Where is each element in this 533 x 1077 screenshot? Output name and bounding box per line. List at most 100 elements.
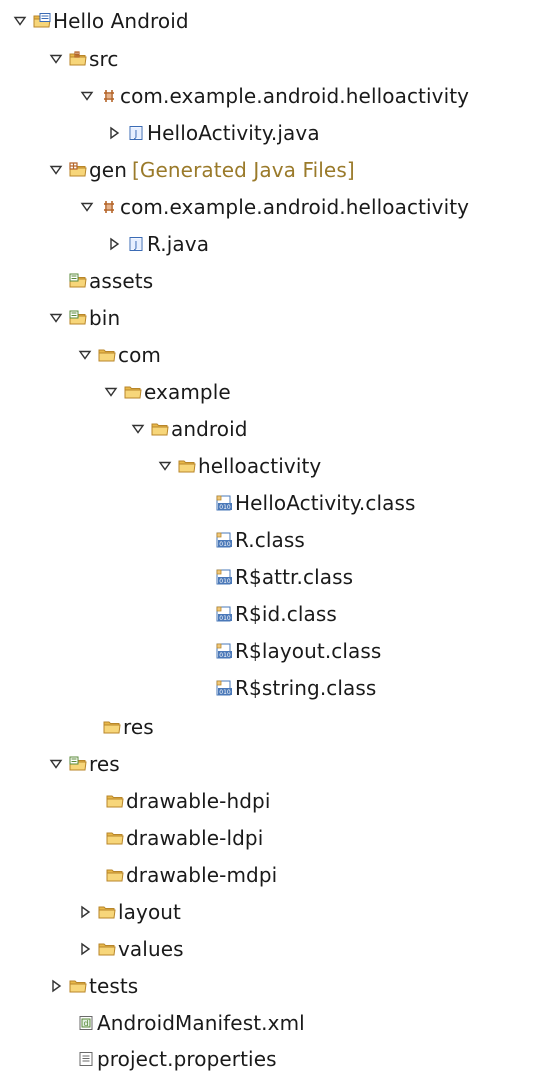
tree-item-label: src bbox=[89, 46, 119, 71]
tree-item-drawable-mdpi[interactable]: drawable-mdpi bbox=[83, 856, 277, 893]
tree-item-example[interactable]: example bbox=[101, 373, 231, 410]
tree-item-layout[interactable]: layout bbox=[75, 893, 181, 930]
tree-item-tests[interactable]: tests bbox=[46, 967, 138, 1004]
folder-icon bbox=[106, 792, 124, 810]
expanded-toggle-icon[interactable] bbox=[77, 197, 97, 217]
svg-text:J: J bbox=[134, 240, 138, 251]
expanded-toggle-icon[interactable] bbox=[75, 345, 95, 365]
xml-file-icon: d bbox=[77, 1014, 95, 1032]
folder-icon bbox=[106, 829, 124, 847]
tree-item-r-string-class[interactable]: 010 R$string.class bbox=[192, 669, 376, 706]
generated-source-folder-icon bbox=[69, 161, 87, 179]
svg-text:010: 010 bbox=[219, 615, 231, 622]
tree-item-label: Hello Android bbox=[53, 8, 189, 33]
class-file-icon: 010 bbox=[215, 568, 233, 586]
tree-item-label: R.class bbox=[235, 527, 305, 552]
resource-folder-icon bbox=[69, 755, 87, 773]
tree-item-package-src[interactable]: com.example.android.helloactivity bbox=[77, 77, 469, 114]
svg-text:d: d bbox=[83, 1019, 88, 1028]
tree-item-label: layout bbox=[118, 899, 182, 924]
collapsed-toggle-icon[interactable] bbox=[46, 976, 66, 996]
tree-item-src[interactable]: src bbox=[46, 40, 119, 77]
source-folder-icon bbox=[69, 50, 87, 68]
expanded-toggle-icon[interactable] bbox=[101, 382, 121, 402]
tree-item-label: drawable-hdpi bbox=[126, 788, 271, 813]
tree-item-label: drawable-mdpi bbox=[126, 862, 278, 887]
tree-item-label: R.java bbox=[147, 231, 210, 256]
tree-item-bin-res[interactable]: res bbox=[80, 708, 154, 745]
tree-item-hello-android[interactable]: Hello Android bbox=[10, 2, 189, 39]
tree-item-label: com bbox=[118, 342, 162, 367]
tree-item-res[interactable]: res bbox=[46, 745, 120, 782]
tree-item-package-gen[interactable]: com.example.android.helloactivity bbox=[77, 188, 469, 225]
tree-item-assets[interactable]: assets bbox=[46, 262, 153, 299]
expanded-toggle-icon[interactable] bbox=[46, 754, 66, 774]
tree-item-label: HelloActivity.class bbox=[235, 490, 416, 515]
tree-item-helloactivity[interactable]: helloactivity bbox=[155, 447, 321, 484]
tree-item-label: R$string.class bbox=[235, 675, 377, 700]
tree-item-label: values bbox=[118, 936, 184, 961]
tree-item-project-properties[interactable]: project.properties bbox=[54, 1040, 277, 1077]
svg-text:010: 010 bbox=[219, 689, 231, 696]
package-icon bbox=[100, 87, 118, 105]
tree-item-label: assets bbox=[89, 268, 154, 293]
svg-text:010: 010 bbox=[219, 578, 231, 585]
tree-item-label: res bbox=[123, 714, 154, 739]
folder-icon bbox=[103, 718, 121, 736]
tree-item-label: R$layout.class bbox=[235, 638, 382, 663]
package-explorer-tree: Hello Android src com.example.android.he… bbox=[0, 0, 533, 1071]
svg-text:J: J bbox=[134, 129, 138, 140]
tree-item-androidmanifest[interactable]: d AndroidManifest.xml bbox=[54, 1004, 305, 1041]
class-file-icon: 010 bbox=[215, 679, 233, 697]
expanded-toggle-icon[interactable] bbox=[10, 11, 30, 31]
tree-item-helloactivity-java[interactable]: J HelloActivity.java bbox=[104, 114, 320, 151]
tree-item-label: HelloActivity.java bbox=[147, 120, 320, 145]
tree-item-label: gen bbox=[89, 157, 127, 182]
class-file-icon: 010 bbox=[215, 605, 233, 623]
package-icon bbox=[100, 198, 118, 216]
folder-icon bbox=[69, 977, 87, 995]
tree-item-gen[interactable]: gen [Generated Java Files] bbox=[46, 151, 355, 188]
tree-item-label: res bbox=[89, 751, 120, 776]
expanded-toggle-icon[interactable] bbox=[155, 456, 175, 476]
class-file-icon: 010 bbox=[215, 494, 233, 512]
svg-text:010: 010 bbox=[219, 541, 231, 548]
tree-item-label: AndroidManifest.xml bbox=[97, 1010, 305, 1035]
collapsed-toggle-icon[interactable] bbox=[75, 902, 95, 922]
folder-icon bbox=[98, 346, 116, 364]
tree-item-helloactivity-class[interactable]: 010 HelloActivity.class bbox=[192, 484, 416, 521]
expanded-toggle-icon[interactable] bbox=[128, 419, 148, 439]
tree-item-label: bin bbox=[89, 305, 121, 330]
expanded-toggle-icon[interactable] bbox=[46, 49, 66, 69]
tree-item-label: helloactivity bbox=[198, 453, 322, 478]
tree-item-drawable-ldpi[interactable]: drawable-ldpi bbox=[83, 819, 263, 856]
collapsed-toggle-icon[interactable] bbox=[75, 939, 95, 959]
tree-item-label: com.example.android.helloactivity bbox=[120, 83, 470, 108]
resource-folder-icon bbox=[69, 309, 87, 327]
java-file-icon: J bbox=[127, 235, 145, 253]
tree-item-com[interactable]: com bbox=[75, 336, 161, 373]
folder-icon bbox=[124, 383, 142, 401]
collapsed-toggle-icon[interactable] bbox=[104, 234, 124, 254]
tree-item-r-id-class[interactable]: 010 R$id.class bbox=[192, 595, 337, 632]
expanded-toggle-icon[interactable] bbox=[46, 160, 66, 180]
tree-item-drawable-hdpi[interactable]: drawable-hdpi bbox=[83, 782, 270, 819]
expanded-toggle-icon[interactable] bbox=[77, 86, 97, 106]
tree-item-label: R$attr.class bbox=[235, 564, 354, 589]
class-file-icon: 010 bbox=[215, 642, 233, 660]
tree-item-r-layout-class[interactable]: 010 R$layout.class bbox=[192, 632, 381, 669]
tree-item-values[interactable]: values bbox=[75, 930, 184, 967]
folder-icon bbox=[98, 940, 116, 958]
resource-folder-icon bbox=[69, 272, 87, 290]
folder-icon bbox=[151, 420, 169, 438]
expanded-toggle-icon[interactable] bbox=[46, 308, 66, 328]
tree-item-r-class[interactable]: 010 R.class bbox=[192, 521, 305, 558]
tree-item-r-attr-class[interactable]: 010 R$attr.class bbox=[192, 558, 353, 595]
svg-text:010: 010 bbox=[219, 652, 231, 659]
collapsed-toggle-icon[interactable] bbox=[104, 123, 124, 143]
tree-item-label: com.example.android.helloactivity bbox=[120, 194, 470, 219]
tree-item-r-java[interactable]: J R.java bbox=[104, 225, 209, 262]
folder-icon bbox=[98, 903, 116, 921]
tree-item-android[interactable]: android bbox=[128, 410, 248, 447]
tree-item-bin[interactable]: bin bbox=[46, 299, 120, 336]
